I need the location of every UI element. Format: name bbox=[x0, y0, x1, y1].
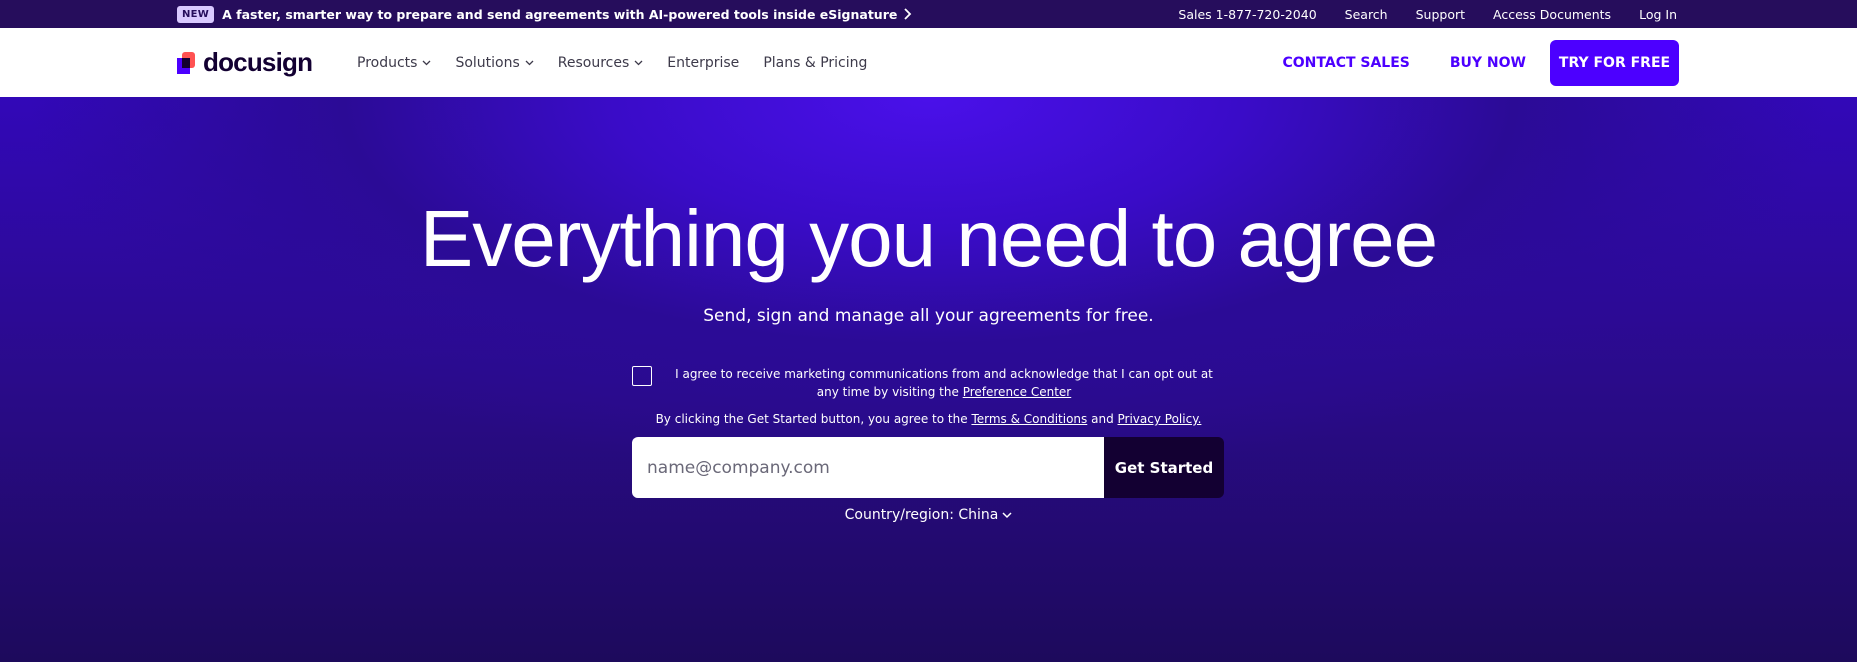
terms-conditions-link[interactable]: Terms & Conditions bbox=[971, 412, 1087, 426]
get-started-button[interactable]: Get Started bbox=[1104, 437, 1224, 498]
search-link[interactable]: Search bbox=[1345, 7, 1388, 22]
nav-products-label: Products bbox=[357, 54, 418, 71]
country-selector[interactable]: Country/region: China bbox=[845, 507, 1013, 523]
main-nav: docusign Products Solutions Resources En… bbox=[0, 28, 1857, 97]
hero-title: Everything you need to agree bbox=[419, 194, 1438, 283]
docusign-logo-icon bbox=[177, 51, 195, 74]
nav-enterprise[interactable]: Enterprise bbox=[667, 55, 739, 71]
nav-solutions[interactable]: Solutions bbox=[455, 54, 534, 71]
consent-text: I agree to receive marketing communicati… bbox=[664, 365, 1224, 401]
announcement-link[interactable]: A faster, smarter way to prepare and sen… bbox=[222, 7, 912, 22]
email-input[interactable] bbox=[632, 437, 1104, 498]
terms-notice: By clicking the Get Started button, you … bbox=[0, 412, 1857, 426]
nav-actions: CONTACT SALES BUY NOW TRY FOR FREE bbox=[1283, 28, 1679, 97]
log-in-link[interactable]: Log In bbox=[1639, 7, 1677, 22]
nav-resources-label: Resources bbox=[557, 54, 630, 71]
terms-prefix: By clicking the Get Started button, you … bbox=[655, 412, 968, 426]
chevron-down-icon bbox=[634, 60, 643, 65]
country-label: Country/region: China bbox=[844, 507, 999, 523]
marketing-consent-checkbox[interactable] bbox=[632, 366, 652, 386]
nav-plans-pricing[interactable]: Plans & Pricing bbox=[763, 55, 867, 71]
try-for-free-button[interactable]: TRY FOR FREE bbox=[1550, 39, 1679, 86]
nav-links: Products Solutions Resources Enterprise … bbox=[357, 28, 867, 97]
announcement-bar: NEW A faster, smarter way to prepare and… bbox=[0, 0, 1857, 28]
new-badge: NEW bbox=[177, 5, 215, 23]
privacy-policy-link[interactable]: Privacy Policy. bbox=[1118, 412, 1202, 426]
hero-subtitle: Send, sign and manage all your agreement… bbox=[703, 306, 1154, 326]
consent-text-body: I agree to receive marketing communicati… bbox=[675, 367, 1213, 399]
chevron-down-icon bbox=[525, 60, 534, 65]
contact-sales-button[interactable]: CONTACT SALES bbox=[1283, 55, 1410, 71]
support-link[interactable]: Support bbox=[1416, 7, 1465, 22]
terms-and: and bbox=[1091, 412, 1114, 426]
utility-links: Sales 1-877-720-2040 Search Support Acce… bbox=[1178, 0, 1677, 28]
chevron-down-icon bbox=[422, 60, 431, 65]
access-documents-link[interactable]: Access Documents bbox=[1493, 7, 1611, 22]
chevron-down-icon bbox=[1002, 511, 1012, 518]
marketing-consent: I agree to receive marketing communicati… bbox=[632, 365, 1232, 401]
buy-now-button[interactable]: BUY NOW bbox=[1450, 55, 1526, 71]
announcement-group: NEW A faster, smarter way to prepare and… bbox=[177, 0, 912, 28]
docusign-logo[interactable]: docusign bbox=[177, 47, 313, 78]
country-selector-row: Country/region: China bbox=[0, 507, 1857, 523]
chevron-right-icon bbox=[904, 8, 912, 20]
signup-form: Get Started bbox=[632, 437, 1224, 498]
sales-phone-link[interactable]: Sales 1-877-720-2040 bbox=[1178, 7, 1316, 22]
hero-section: Everything you need to agree Send, sign … bbox=[0, 97, 1857, 662]
nav-products[interactable]: Products bbox=[357, 55, 431, 71]
preference-center-link[interactable]: Preference Center bbox=[963, 385, 1072, 399]
logo-text: docusign bbox=[203, 47, 313, 77]
announcement-text: A faster, smarter way to prepare and sen… bbox=[222, 6, 898, 22]
nav-resources[interactable]: Resources bbox=[558, 55, 644, 71]
nav-solutions-label: Solutions bbox=[455, 54, 520, 71]
